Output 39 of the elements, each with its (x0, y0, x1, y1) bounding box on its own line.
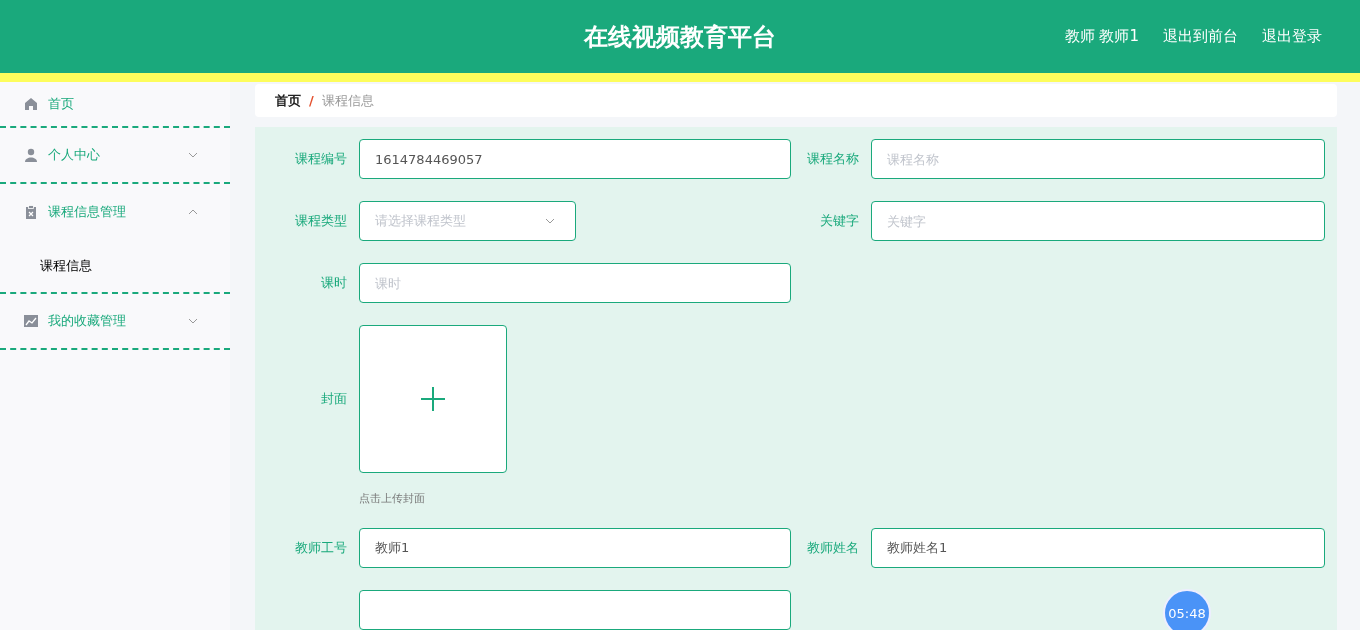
field-label: 关键字 (819, 212, 860, 230)
header-link[interactable]: 教师 教师1 (1064, 27, 1139, 46)
field-label: 教师工号 (294, 539, 348, 557)
person-icon (24, 148, 38, 162)
app-title: 在线视频教育平台 (584, 21, 776, 53)
field-label: 封面 (320, 390, 348, 408)
field-label: 课程名称 (806, 150, 860, 168)
plus-icon (421, 387, 445, 411)
sidebar-item[interactable]: 个人中心 (0, 128, 230, 184)
chevron-icon (188, 318, 198, 324)
home-icon (24, 97, 38, 111)
chevron-icon (188, 209, 198, 215)
field-label: 教师姓名 (806, 539, 860, 557)
breadcrumb-separator: / (309, 93, 314, 108)
chevron-icon (188, 152, 198, 158)
field-label: 课时 (320, 274, 348, 292)
sidebar-subitem[interactable]: 课程信息 (0, 240, 230, 292)
upload-button[interactable] (359, 325, 507, 473)
sidebar-item[interactable]: 课程信息管理 (0, 184, 230, 240)
breadcrumb-item[interactable]: 首页 (275, 91, 301, 110)
text-field[interactable]: 课时 (359, 263, 791, 303)
text-field[interactable] (359, 590, 791, 630)
select-field[interactable]: 请选择课程类型 (359, 201, 576, 241)
sidebar-item[interactable]: 我的收藏管理 (0, 294, 230, 350)
text-field[interactable]: 教师1 (359, 528, 791, 568)
text-field[interactable]: 关键字 (871, 201, 1325, 241)
text-field[interactable]: 教师姓名1 (871, 528, 1325, 568)
text-field[interactable]: 课程名称 (871, 139, 1325, 179)
breadcrumb-item: 课程信息 (321, 91, 374, 110)
chevron-icon (545, 218, 555, 224)
upload-hint: 点击上传封面 (359, 491, 426, 506)
text-field[interactable]: 1614784469057 (359, 139, 791, 179)
clipboard-icon (24, 205, 38, 219)
field-label: 课程编号 (294, 150, 348, 168)
header-link[interactable]: 退出登录 (1262, 27, 1322, 46)
header-link[interactable]: 退出到前台 (1163, 27, 1238, 46)
field-label: 课程类型 (294, 212, 348, 230)
sidebar-item[interactable]: 首页 (0, 82, 230, 128)
chart-icon (24, 314, 38, 328)
